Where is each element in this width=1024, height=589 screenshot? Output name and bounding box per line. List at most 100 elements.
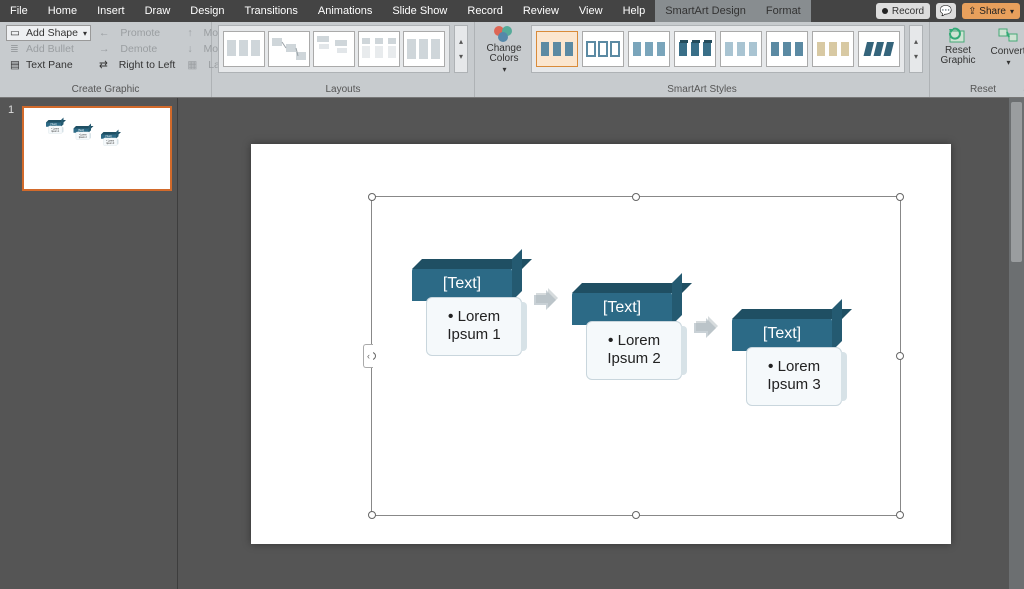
thumbnail-preview: [Text] • Lorem Ipsum 1 [Text] • Lorem Ip…: [46, 122, 171, 192]
chevron-down-icon: ▾: [459, 52, 463, 61]
chevron-down-icon: ▾: [83, 29, 87, 38]
chevron-down-icon: ▾: [914, 52, 918, 61]
smartart-body-text-2: Lorem Ipsum 2: [607, 332, 660, 367]
smartart-title-3[interactable]: [Text]: [732, 317, 832, 351]
arrow-up-icon: ↑: [187, 27, 192, 39]
tab-animations[interactable]: Animations: [308, 0, 382, 22]
reset-graphic-button[interactable]: Reset Graphic: [936, 25, 980, 66]
smartart-body-3[interactable]: • Lorem Ipsum 3: [746, 347, 842, 406]
record-button[interactable]: Record: [876, 3, 930, 19]
chevron-down-icon: ▾: [502, 65, 506, 74]
change-colors-label: Change Colors: [481, 44, 527, 64]
share-icon: ⇪: [968, 6, 976, 17]
group-label-create: Create Graphic: [0, 82, 211, 97]
ribbon-group-reset: Reset Graphic Convert▾ Reset ⌄: [930, 22, 1024, 97]
convert-button[interactable]: Convert▾: [986, 25, 1024, 67]
tab-view[interactable]: View: [569, 0, 613, 22]
style-option-4[interactable]: [674, 31, 716, 67]
layout-option-3[interactable]: [313, 31, 355, 67]
text-pane-label: Text Pane: [26, 59, 73, 71]
add-shape-button[interactable]: ▭ Add Shape ▾: [6, 25, 91, 41]
smartart-block-2[interactable]: [Text] • Lorem Ipsum 2: [572, 291, 682, 380]
style-option-8[interactable]: [858, 31, 900, 67]
styles-gallery-more[interactable]: ▴▾: [909, 25, 923, 73]
share-button[interactable]: ⇪ Share ▾: [962, 3, 1020, 19]
promote-button[interactable]: ← Promote: [95, 25, 179, 41]
add-shape-label: Add Shape: [26, 27, 78, 39]
smartart-arrow-2: [692, 315, 724, 348]
smartart-title-2[interactable]: [Text]: [572, 291, 672, 325]
chevron-up-icon: ▴: [459, 37, 463, 46]
right-to-left-button[interactable]: ⇄ Right to Left: [95, 57, 179, 73]
smartart-body-2[interactable]: • Lorem Ipsum 2: [586, 321, 682, 380]
chevron-up-icon: ▴: [914, 37, 918, 46]
ribbon-group-create-graphic: ▭ Add Shape ▾ ≣Add Bullet ▤Text Pane ← Pro…: [0, 22, 212, 97]
chevron-down-icon: ▾: [1006, 58, 1010, 67]
ribbon-group-styles: Change Colors▾ ▴▾ SmartArt Styles: [475, 22, 930, 97]
style-option-7[interactable]: [812, 31, 854, 67]
tab-smartart-design[interactable]: SmartArt Design: [655, 0, 756, 22]
slide-thumbnail-1[interactable]: [Text] • Lorem Ipsum 1 [Text] • Lorem Ip…: [22, 106, 172, 191]
layout-icon: ▦: [187, 59, 197, 71]
style-option-1[interactable]: [536, 31, 578, 67]
smartart-block-1[interactable]: [Text] • Lorem Ipsum 1: [412, 267, 522, 356]
slide-number: 1: [8, 104, 14, 116]
layouts-gallery: [218, 25, 450, 73]
resize-handle-sw[interactable]: [368, 511, 376, 519]
style-option-2[interactable]: [582, 31, 624, 67]
ribbon-group-layouts: ▴▾ Layouts: [212, 22, 475, 97]
change-colors-button[interactable]: Change Colors▾: [481, 25, 527, 74]
smartart-body-text-1: Lorem Ipsum 1: [447, 308, 500, 343]
layout-option-4[interactable]: [358, 31, 400, 67]
style-option-6[interactable]: [766, 31, 808, 67]
resize-handle-ne[interactable]: [896, 193, 904, 201]
tab-format[interactable]: Format: [756, 0, 811, 22]
menu-bar: File Home Insert Draw Design Transitions…: [0, 0, 1024, 22]
comments-button[interactable]: 💬: [936, 3, 956, 19]
tab-record[interactable]: Record: [457, 0, 512, 22]
text-pane-button[interactable]: ▤Text Pane: [6, 57, 91, 73]
tab-file[interactable]: File: [0, 0, 38, 22]
resize-handle-nw[interactable]: [368, 193, 376, 201]
resize-handle-se[interactable]: [896, 511, 904, 519]
layouts-gallery-more[interactable]: ▴▾: [454, 25, 468, 73]
reset-graphic-label: Reset Graphic: [936, 46, 980, 66]
tab-home[interactable]: Home: [38, 0, 87, 22]
add-bullet-button[interactable]: ≣Add Bullet: [6, 41, 91, 57]
record-label: Record: [892, 6, 924, 17]
smartart-selection-frame[interactable]: ‹ [Text] • Lorem Ipsum 1 [Text] • Lorem …: [371, 196, 901, 516]
arrow-down-icon: ↓: [187, 43, 192, 55]
group-label-styles: SmartArt Styles: [475, 82, 929, 97]
smartart-arrow-1: [532, 287, 564, 320]
smartart-body-1[interactable]: • Lorem Ipsum 1: [426, 297, 522, 356]
layout-option-5[interactable]: [403, 31, 445, 67]
tab-slideshow[interactable]: Slide Show: [382, 0, 457, 22]
resize-handle-e[interactable]: [896, 352, 904, 360]
tab-draw[interactable]: Draw: [135, 0, 181, 22]
tab-insert[interactable]: Insert: [87, 0, 135, 22]
smartart-body-text-3: Lorem Ipsum 3: [767, 358, 820, 393]
tab-transitions[interactable]: Transitions: [235, 0, 308, 22]
tab-help[interactable]: Help: [613, 0, 656, 22]
tab-design[interactable]: Design: [180, 0, 234, 22]
text-pane-expand-tab[interactable]: ‹: [363, 344, 373, 368]
smartart-title-1[interactable]: [Text]: [412, 267, 512, 301]
chevron-down-icon: ▾: [1010, 7, 1014, 16]
layout-option-1[interactable]: [223, 31, 265, 67]
add-shape-icon: ▭: [10, 27, 22, 39]
vertical-scrollbar[interactable]: [1009, 98, 1024, 589]
demote-button[interactable]: → Demote: [95, 41, 179, 57]
slide-canvas-area: ‹ [Text] • Lorem Ipsum 1 [Text] • Lorem …: [178, 98, 1024, 589]
style-option-5[interactable]: [720, 31, 762, 67]
style-option-3[interactable]: [628, 31, 670, 67]
rtl-label: Right to Left: [119, 59, 176, 71]
scrollbar-thumb[interactable]: [1011, 102, 1022, 262]
tab-review[interactable]: Review: [513, 0, 569, 22]
smartart-block-3[interactable]: [Text] • Lorem Ipsum 3: [732, 317, 842, 406]
share-label: Share: [979, 6, 1006, 17]
layout-option-2[interactable]: [268, 31, 310, 67]
resize-handle-s[interactable]: [632, 511, 640, 519]
slide[interactable]: ‹ [Text] • Lorem Ipsum 1 [Text] • Lorem …: [251, 144, 951, 544]
arrow-right-icon: →: [99, 43, 110, 55]
resize-handle-n[interactable]: [632, 193, 640, 201]
